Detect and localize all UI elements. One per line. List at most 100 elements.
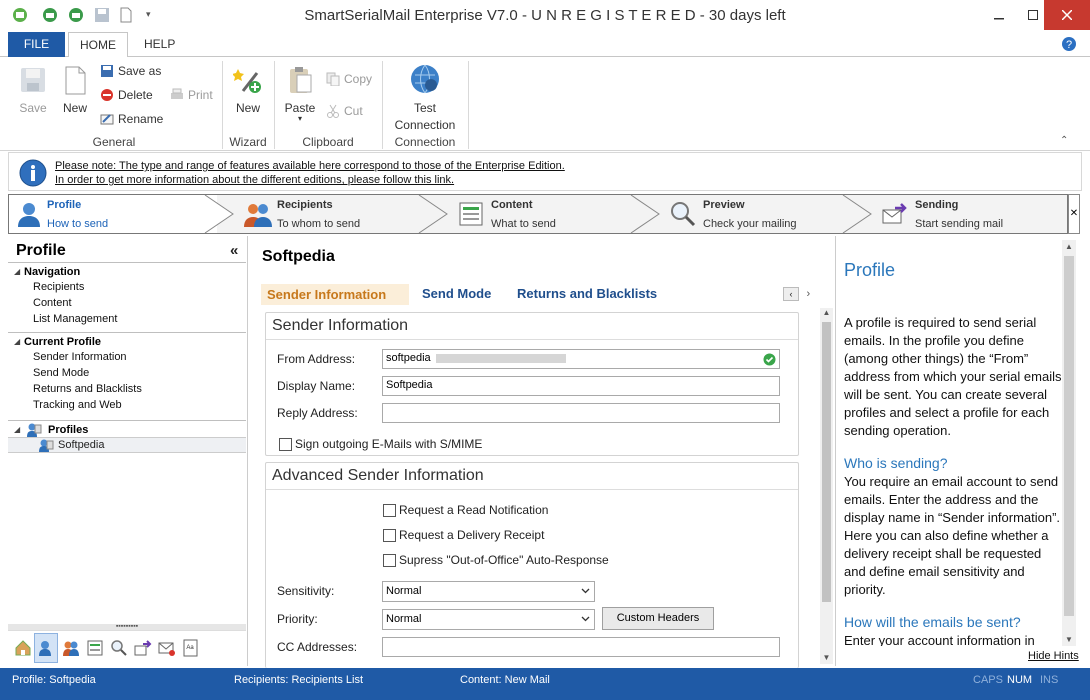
- nav-item-list-management[interactable]: List Management: [33, 313, 117, 325]
- text-shortcut-icon[interactable]: Aa: [182, 639, 200, 657]
- from-address-label: From Address:: [277, 352, 356, 366]
- help-icon[interactable]: ?: [1061, 36, 1077, 52]
- collapse-ribbon-icon[interactable]: ⌃: [1060, 135, 1068, 146]
- svg-text:?: ?: [1066, 39, 1072, 51]
- close-button[interactable]: [1044, 0, 1090, 30]
- cut-icon: [327, 104, 339, 118]
- cc-addresses-input[interactable]: [382, 637, 780, 657]
- print-button[interactable]: Print: [170, 88, 213, 102]
- step-preview[interactable]: Preview Check your mailing: [665, 195, 845, 233]
- read-notification-checkbox[interactable]: Request a Read Notification: [383, 503, 548, 517]
- info-icon: [19, 159, 47, 187]
- paste-button[interactable]: Paste ▾: [282, 65, 318, 123]
- sensitivity-select[interactable]: Normal: [382, 581, 595, 602]
- cut-button[interactable]: Cut: [326, 104, 363, 118]
- collapse-arrow-icon[interactable]: ◢: [14, 337, 20, 346]
- tab-sender-information[interactable]: Sender Information: [261, 284, 409, 305]
- form-scrollbar[interactable]: ▲ ▼: [820, 308, 833, 664]
- hint-heading: Who is sending?: [844, 455, 948, 471]
- from-address-input[interactable]: softpedia: [382, 349, 780, 369]
- sender-information-group: Sender Information From Address: softped…: [265, 312, 799, 456]
- priority-label: Priority:: [277, 612, 318, 626]
- tab-scroll-left-icon[interactable]: ‹: [783, 287, 799, 301]
- tab-help[interactable]: HELP: [132, 32, 187, 57]
- cc-addresses-label: CC Addresses:: [277, 640, 358, 654]
- copy-button[interactable]: Copy: [326, 72, 372, 86]
- home-icon[interactable]: [14, 639, 32, 657]
- status-profile: Profile: Softpedia: [12, 674, 96, 686]
- step-content[interactable]: Content What to send: [453, 195, 633, 233]
- profiles-section: ◢ Profiles Softpedia: [8, 420, 246, 460]
- magnifier-icon: [671, 202, 696, 227]
- window-title: SmartSerialMail Enterprise V7.0 - U N R …: [304, 7, 786, 24]
- wizard-new-button[interactable]: New: [228, 65, 268, 115]
- left-panel: Profile « ◢ Navigation Recipients Conten…: [8, 236, 248, 666]
- profiles-icon: [27, 423, 42, 437]
- profile-item-selected[interactable]: Softpedia: [8, 437, 246, 453]
- scrollbar-thumb[interactable]: [822, 322, 831, 602]
- save-as-button[interactable]: Save as: [100, 64, 161, 78]
- close-steps-icon[interactable]: ✕: [1068, 194, 1080, 234]
- collapse-arrow-icon[interactable]: ◢: [14, 425, 20, 434]
- recipients-icon: [244, 204, 272, 227]
- smime-checkbox[interactable]: Sign outgoing E-Mails with S/MIME: [279, 437, 482, 451]
- hide-hints-link[interactable]: Hide Hints: [1028, 650, 1079, 662]
- custom-headers-button[interactable]: Custom Headers: [602, 607, 714, 630]
- status-caps: CAPS: [973, 674, 1003, 686]
- collapse-arrow-icon[interactable]: ◢: [14, 267, 20, 276]
- delivery-receipt-checkbox[interactable]: Request a Delivery Receipt: [383, 528, 544, 542]
- copy-icon: [326, 72, 340, 86]
- svg-text:Aa: Aa: [186, 645, 194, 651]
- profile-shortcut-icon[interactable]: [34, 633, 58, 663]
- paste-icon: [290, 67, 312, 93]
- hints-scrollbar[interactable]: ▲ ▼: [1062, 240, 1076, 646]
- step-recipients[interactable]: Recipients To whom to send: [239, 195, 419, 233]
- tab-file[interactable]: FILE: [8, 32, 65, 57]
- recipients-shortcut-icon[interactable]: [62, 639, 80, 657]
- nav-item-sender-information[interactable]: Sender Information: [33, 351, 127, 363]
- navigation-section: ◢ Navigation Recipients Content List Man…: [8, 262, 246, 330]
- edition-note-link[interactable]: Please note: The type and range of featu…: [55, 160, 565, 172]
- delete-button[interactable]: Delete: [100, 88, 153, 102]
- preview-shortcut-icon[interactable]: [110, 639, 128, 657]
- current-profile-section: ◢ Current Profile Sender Information Sen…: [8, 332, 246, 418]
- tab-send-mode[interactable]: Send Mode: [422, 286, 491, 301]
- globe-icon: [411, 64, 439, 94]
- test-connection-button[interactable]: Test Connection: [388, 63, 462, 132]
- edition-info-link[interactable]: In order to get more information about t…: [55, 174, 454, 186]
- rename-button[interactable]: Rename: [100, 112, 163, 126]
- nav-item-tracking-web[interactable]: Tracking and Web: [33, 399, 122, 411]
- status-ins: INS: [1040, 674, 1059, 686]
- main-content: Softpedia Sender Information Send Mode R…: [249, 236, 834, 668]
- tab-scroll-right-icon[interactable]: ›: [802, 288, 814, 300]
- tab-home[interactable]: HOME: [68, 32, 128, 58]
- nav-item-returns-blacklists[interactable]: Returns and Blacklists: [33, 383, 142, 395]
- info-bar: Please note: The type and range of featu…: [8, 152, 1082, 191]
- content-shortcut-icon[interactable]: [86, 639, 104, 657]
- collapse-panel-icon[interactable]: «: [230, 242, 238, 259]
- mail-shortcut-icon[interactable]: [158, 639, 176, 657]
- valid-check-icon: [763, 353, 776, 366]
- reply-address-input[interactable]: [382, 403, 780, 423]
- new-button[interactable]: New: [56, 65, 94, 115]
- chevron-down-icon: [581, 588, 590, 594]
- content-icon: [459, 202, 483, 226]
- nav-item-send-mode[interactable]: Send Mode: [33, 367, 89, 379]
- group-label-wizard: Wizard: [229, 135, 267, 149]
- wizard-icon: [233, 69, 261, 93]
- group-label-clipboard: Clipboard: [302, 135, 354, 149]
- nav-item-recipients[interactable]: Recipients: [33, 281, 84, 293]
- sending-shortcut-icon[interactable]: [134, 639, 152, 657]
- priority-select[interactable]: Normal: [382, 609, 595, 630]
- reply-address-label: Reply Address:: [277, 406, 358, 420]
- save-button[interactable]: Save: [14, 65, 52, 115]
- nav-item-content[interactable]: Content: [33, 297, 72, 309]
- tab-returns-blacklists[interactable]: Returns and Blacklists: [517, 286, 657, 301]
- scrollbar-thumb[interactable]: [1064, 256, 1074, 616]
- suppress-ooo-checkbox[interactable]: Supress "Out-of-Office" Auto-Response: [383, 553, 609, 567]
- display-name-input[interactable]: Softpedia: [382, 376, 780, 396]
- profile-icon: [39, 439, 54, 452]
- status-content: Content: New Mail: [460, 674, 550, 686]
- hint-paragraph: Enter your account information in: [844, 633, 1035, 646]
- step-sending[interactable]: Sending Start sending mail: [877, 195, 1057, 233]
